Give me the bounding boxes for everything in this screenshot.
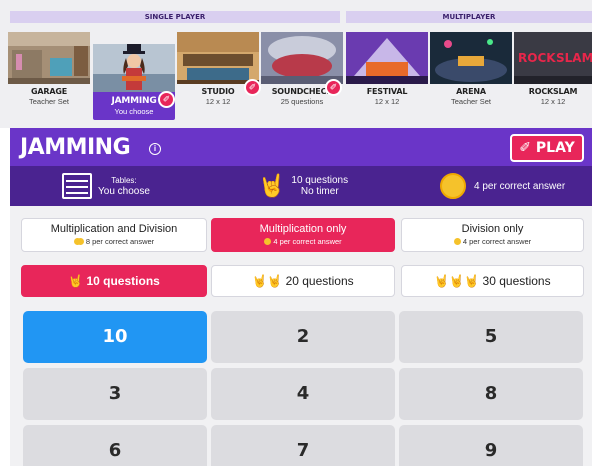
guitar-icon: ✐ <box>519 140 532 156</box>
option-mult-and-div[interactable]: Multiplication and Division 8 per correc… <box>21 218 207 252</box>
table-number-button[interactable]: 7 <box>211 425 395 466</box>
mode-sub: 25 questions <box>280 97 324 106</box>
mode-soundcheck[interactable]: SOUNDCHECK 25 questions <box>261 32 343 122</box>
mode-name: GARAGE <box>31 87 67 96</box>
game-info-strip: Tables: You choose 🤘 10 questions No tim… <box>10 166 592 206</box>
single-player-header: SINGLE PLAYER <box>10 11 340 23</box>
question-count-label: 30 questions <box>482 274 551 288</box>
rocker-icon: 🤘 <box>68 274 84 288</box>
questions-info: 🤘 10 questions No timer <box>258 166 348 206</box>
mode-sub: Teacher Set <box>28 97 70 106</box>
table-number-button[interactable]: 6 <box>23 425 207 466</box>
table-number-button[interactable]: 8 <box>399 368 583 420</box>
option-reward: 4 per correct answer <box>462 237 532 246</box>
questions-line1: 10 questions <box>291 175 349 186</box>
tables-label: Tables: <box>111 176 137 185</box>
mode-garage[interactable]: GARAGE Teacher Set <box>8 32 90 122</box>
rocker-icon: 🤘 <box>258 173 286 198</box>
question-count-label: 10 questions <box>86 274 160 288</box>
svg-text:ROCK: ROCK <box>518 51 556 65</box>
questions-30-button[interactable]: 🤘🤘🤘 30 questions <box>401 265 584 297</box>
page-title: JAMMING <box>20 135 131 160</box>
mode-sub: Teacher Set <box>450 97 492 106</box>
option-label: Multiplication and Division <box>50 223 178 235</box>
option-mult-only[interactable]: Multiplication only 4 per correct answer <box>211 218 395 252</box>
rocker-icon: 🤘🤘🤘 <box>434 274 480 288</box>
garage-thumbnail <box>8 32 90 84</box>
festival-thumbnail <box>346 32 428 84</box>
guitar-icon: ✐ <box>325 79 342 96</box>
table-number-button[interactable]: 5 <box>399 311 583 363</box>
svg-text:SLAM: SLAM <box>556 51 592 65</box>
mode-rockslam[interactable]: ROCK SLAM ROCKSLAM 12 x 12 <box>514 32 592 122</box>
rocker-icon: 🤘🤘 <box>252 274 283 288</box>
coin-icon <box>453 238 461 245</box>
multiplayer-header: MULTIPLAYER <box>346 11 592 23</box>
tables-info: Tables: You choose <box>62 166 150 206</box>
mode-sub: 12 x 12 <box>205 97 231 106</box>
questions-20-button[interactable]: 🤘🤘 20 questions <box>211 265 395 297</box>
rockslam-thumbnail: ROCK SLAM <box>514 32 592 84</box>
table-number-button[interactable]: 2 <box>211 311 395 363</box>
mode-sub: 12 x 12 <box>374 97 400 106</box>
option-label: Division only <box>461 223 524 235</box>
coin-icon <box>76 238 84 245</box>
guitar-icon: ✐ <box>244 79 261 96</box>
coin-icon <box>440 173 466 199</box>
mode-festival[interactable]: FESTIVAL 12 x 12 <box>346 32 428 122</box>
jamming-thumbnail <box>93 44 175 92</box>
play-label: PLAY <box>535 140 575 156</box>
tables-value: You choose <box>98 186 150 197</box>
mode-jamming[interactable]: JAMMING You choose <box>93 44 175 120</box>
option-div-only[interactable]: Division only 4 per correct answer <box>401 218 584 252</box>
questions-line2: No timer <box>300 186 339 197</box>
coins-info: 4 per correct answer <box>440 166 565 206</box>
table-number-button[interactable]: 10 <box>23 311 207 363</box>
option-reward: 8 per correct answer <box>85 237 155 246</box>
table-number-button[interactable]: 4 <box>211 368 395 420</box>
question-count-label: 20 questions <box>285 274 354 288</box>
mode-name: ROCKSLAM <box>528 87 578 96</box>
coins-text: 4 per correct answer <box>474 180 566 192</box>
arena-thumbnail <box>430 32 512 84</box>
info-icon[interactable]: i <box>149 143 161 155</box>
coin-icon <box>264 238 272 245</box>
mode-sub: 12 x 12 <box>540 97 566 106</box>
option-reward: 4 per correct answer <box>273 237 342 246</box>
abacus-icon <box>62 173 92 199</box>
table-number-button[interactable]: 3 <box>23 368 207 420</box>
mode-studio[interactable]: STUDIO 12 x 12 <box>177 32 259 122</box>
soundcheck-thumbnail <box>261 32 343 84</box>
mode-arena[interactable]: ARENA Teacher Set <box>430 32 512 122</box>
questions-10-button[interactable]: 🤘 10 questions <box>21 265 207 297</box>
option-label: Multiplication only <box>259 223 347 235</box>
studio-thumbnail <box>177 32 259 84</box>
mode-name: ARENA <box>456 87 486 96</box>
mode-sub: You choose <box>114 107 154 116</box>
table-number-button[interactable]: 9 <box>399 425 583 466</box>
play-button[interactable]: ✐ PLAY <box>510 134 584 162</box>
guitar-icon: ✐ <box>158 91 175 108</box>
mode-name: FESTIVAL <box>366 87 408 96</box>
